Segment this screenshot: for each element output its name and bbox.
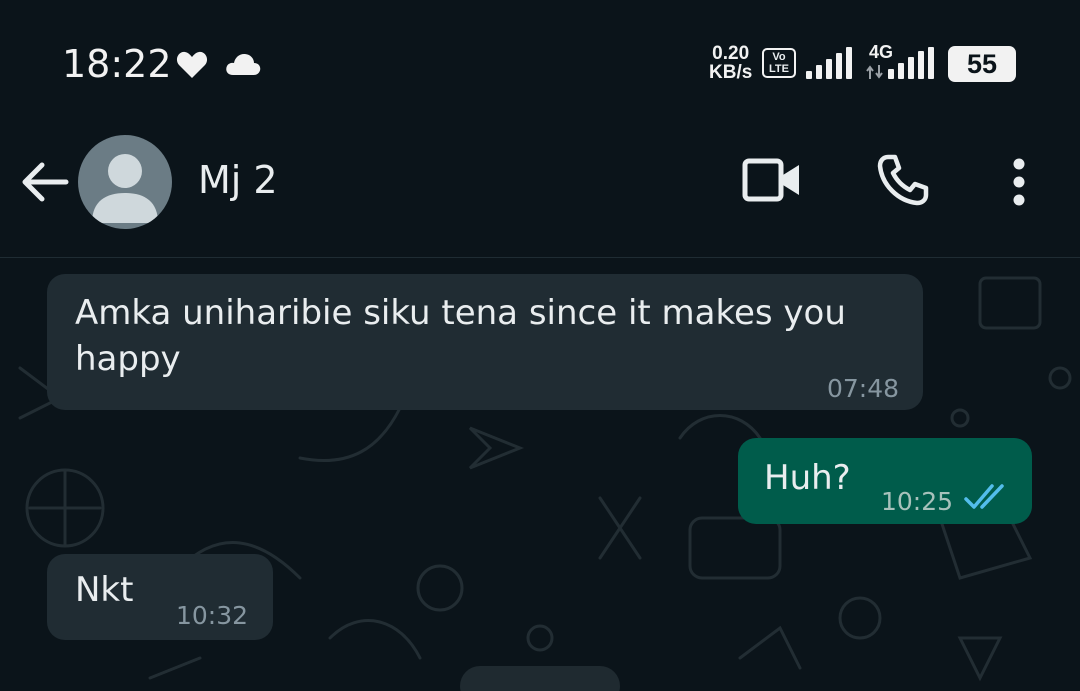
message-bubble-incoming[interactable]: Amka uniharibie siku tena since it makes…	[47, 274, 923, 410]
status-time: 18:22	[62, 42, 172, 86]
volte-bottom-label: LTE	[769, 63, 789, 75]
chat-area[interactable]: Amka uniharibie siku tena since it makes…	[0, 258, 1080, 691]
network-speed: 0.20 KB/s	[709, 44, 752, 82]
network-speed-value: 0.20	[712, 43, 750, 64]
signal-icon-2	[888, 47, 934, 83]
battery-indicator: 55	[948, 46, 1016, 82]
message-text: Amka uniharibie siku tena since it makes…	[75, 290, 846, 382]
heart-icon	[176, 50, 208, 84]
more-options-icon[interactable]	[1010, 158, 1028, 210]
message-bubble-incoming[interactable]: Nkt 10:32	[47, 554, 273, 640]
data-arrows-icon	[866, 64, 884, 83]
double-check-icon	[964, 478, 1010, 524]
message-line: Amka uniharibie siku tena since it makes…	[75, 293, 846, 333]
scroll-date-chip	[460, 666, 620, 691]
message-time: 07:48	[826, 374, 899, 403]
video-call-icon[interactable]	[742, 157, 802, 209]
network-speed-unit: KB/s	[709, 62, 753, 83]
avatar[interactable]	[78, 135, 172, 229]
message-bubble-outgoing[interactable]: Huh? 10:25	[738, 438, 1032, 524]
cloud-icon	[224, 52, 262, 80]
voice-call-icon[interactable]	[876, 153, 930, 211]
chat-header: Mj 2	[0, 130, 1080, 258]
volte-badge: Vo LTE	[762, 48, 796, 78]
message-line: happy	[75, 339, 181, 379]
message-time: 10:32	[176, 601, 249, 630]
message-text: Nkt	[75, 570, 134, 610]
volte-top-label: Vo	[772, 51, 786, 63]
status-bar: 18:22 0.20 KB/s Vo LTE 4G 55	[0, 0, 1080, 130]
message-text: Huh?	[764, 458, 851, 498]
contact-name[interactable]: Mj 2	[198, 158, 278, 202]
back-arrow-icon[interactable]	[20, 160, 70, 208]
message-time: 10:25	[881, 487, 954, 516]
signal-icon	[806, 47, 854, 83]
